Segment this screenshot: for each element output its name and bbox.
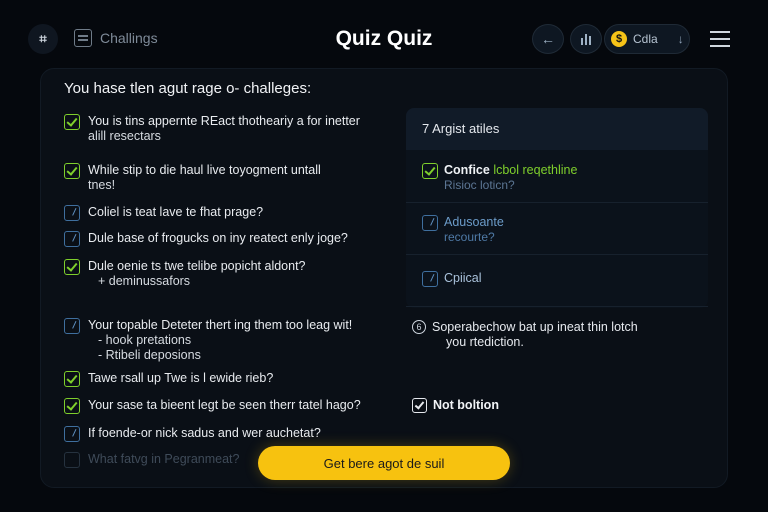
info-subtext: you rtediction. [446,335,524,349]
back-button[interactable]: ← [532,24,564,54]
checkbox-checked[interactable] [64,398,80,414]
quiz-heading: You hase tlen agut rage o- challeges: [64,80,312,97]
checkbox-checked[interactable] [64,114,80,130]
submit-button[interactable]: Get bere agot de suil [258,446,510,480]
option-label: Adusoante [444,215,504,229]
currency-label: Cdla [633,32,658,46]
checkbox-partial[interactable] [422,215,438,231]
question-item[interactable]: Coliel is teat lave te fhat prage? [64,205,394,221]
arrow-left-icon: ← [541,31,555,47]
number-icon: 6 [412,320,426,334]
question-subtext: tnes! [88,178,116,192]
checkbox-unchecked[interactable] [64,452,80,468]
logo-icon[interactable]: ⌗ [28,24,58,54]
question-text: Your topable Deteter thert ing them too … [88,318,353,332]
question-text: If foende-or nick sadus and wer auchetat… [88,426,321,440]
question-text: While stip to die haul live toyogment un… [88,163,321,177]
info-text: Soperabechow bat up ineat thin lotch [432,320,638,334]
top-bar: ⌗ Challings Quiz Quiz ← $ Cdla ↓ [0,0,768,76]
question-text: Dule base of frogucks on iny reatect enl… [88,231,348,245]
question-item[interactable]: Your sase ta bieent legt be seen therr t… [64,398,394,414]
question-text: What fatvg in Pegranmeat? [88,452,240,466]
checkbox-partial[interactable] [64,205,80,221]
option-label: Confice [444,163,490,177]
question-item[interactable]: While stip to die haul live toyogment un… [64,163,394,193]
checkbox-checked[interactable] [64,371,80,387]
question-item[interactable]: Dule oenie ts twe telibe popicht aldont?… [64,259,394,289]
answer-option[interactable]: Adusoante recourte? [422,215,504,245]
option-subtext: Risioc loticn? [444,178,515,192]
breadcrumb[interactable]: Challings [74,29,158,47]
divider [406,254,708,255]
option-label: Cpiical [444,271,482,285]
question-item[interactable]: Tawe rsall up Twe is l ewide rieb? [64,371,394,387]
divider [406,306,708,307]
option-highlight: lcbol reqethline [493,163,578,177]
question-text: Tawe rsall up Twe is l ewide rieb? [88,371,274,385]
breadcrumb-label: Challings [100,30,158,46]
info-row: 6 Soperabechow bat up ineat thin lotch y… [412,320,638,350]
answers-header: 7 Argist atiles [406,108,708,150]
hamburger-menu-icon[interactable] [710,31,730,47]
option-subtext: recourte? [444,230,495,244]
currency-pill[interactable]: $ Cdla ↓ [604,24,690,54]
checkbox-checked[interactable] [422,163,438,179]
coin-icon: $ [611,31,627,47]
checkbox-checked[interactable] [412,398,427,413]
checkbox-partial[interactable] [64,426,80,442]
checkbox-partial[interactable] [64,318,80,334]
question-item[interactable]: If foende-or nick sadus and wer auchetat… [64,426,394,442]
question-item[interactable]: You is tins appernte REact thotheariy a … [64,114,394,144]
not-option[interactable]: Not boltion [412,398,499,413]
question-text: Coliel is teat lave te fhat prage? [88,205,264,219]
divider [406,202,708,203]
checkbox-partial[interactable] [422,271,438,287]
answer-option[interactable]: Cpiical [422,271,482,287]
answer-option[interactable]: Confice lcbol reqethline Risioc loticn? [422,163,577,193]
question-item[interactable]: Dule base of frogucks on iny reatect enl… [64,231,394,247]
question-subtext: - Rtibeli deposions [98,348,201,362]
checkbox-checked[interactable] [64,259,80,275]
list-icon [74,29,92,47]
question-text: Dule oenie ts twe telibe popicht aldont? [88,259,306,273]
question-subtext: + deminussafors [98,274,191,288]
checkbox-checked[interactable] [64,163,80,179]
bar-chart-icon [581,33,591,45]
download-icon: ↓ [677,32,684,46]
question-subtext: - hook pretations [98,333,192,347]
question-text: You is tins appernte REact thotheariy a … [88,114,360,128]
stats-button[interactable] [570,24,602,54]
option-label: Not boltion [433,398,499,412]
question-item[interactable]: Your topable Deteter thert ing them too … [64,318,394,363]
checkbox-partial[interactable] [64,231,80,247]
question-text: Your sase ta bieent legt be seen therr t… [88,398,361,412]
question-subtext: alill resectars [88,129,161,143]
